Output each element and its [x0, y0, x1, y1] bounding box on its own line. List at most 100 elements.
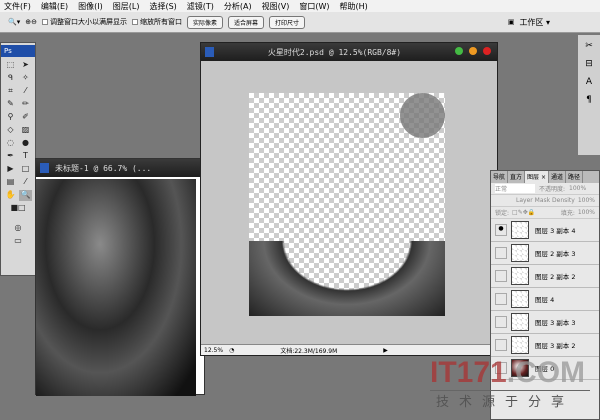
layer-row[interactable]: 图层 2 副本 3 [491, 242, 599, 265]
visibility-toggle[interactable] [495, 270, 507, 282]
slice-tool-icon[interactable]: ⁄ [19, 86, 32, 97]
status-menu-arrow[interactable]: ▶ [383, 347, 388, 354]
crop-tool-icon[interactable]: ⌗ [4, 86, 17, 97]
layer-name: 图层 2 副本 3 [535, 250, 576, 258]
layer-thumbnail [511, 290, 529, 308]
menu-view[interactable]: 视图(V) [262, 1, 290, 12]
tab-navigator[interactable]: 导航 [491, 171, 509, 183]
eyedropper-icon[interactable]: ⁄ [19, 177, 32, 188]
tab-layers[interactable]: 图层 × [525, 171, 549, 183]
brush-tool-icon[interactable]: ✏ [19, 99, 32, 110]
workspace-menu[interactable]: 工作区 ▾ [519, 17, 550, 28]
quick-mask-icon[interactable]: ◎ [4, 223, 32, 234]
ps-file-icon [205, 47, 214, 57]
path-select-icon[interactable]: ▶ [4, 164, 17, 175]
screen-mode-icon[interactable]: ▭ [4, 236, 32, 247]
visibility-toggle[interactable] [495, 339, 507, 351]
pen-tool-icon[interactable]: ✒ [4, 151, 17, 162]
color-swatches-icon[interactable]: ■□ [4, 203, 32, 221]
gradient-tool-icon[interactable]: ▨ [19, 125, 32, 136]
visibility-toggle[interactable] [495, 247, 507, 259]
eraser-tool-icon[interactable]: ◇ [4, 125, 17, 136]
layer-name: 图层 3 副本 3 [535, 319, 576, 327]
visibility-toggle[interactable] [495, 293, 507, 305]
status-bar: 12.5% ◔ 文档:22.3M/169.9M ▶ [201, 344, 497, 355]
bridge-icon[interactable]: ▣ [508, 18, 515, 26]
toolbox: Ps ⬚ ➤ ᑫ ✧ ⌗ ⁄ ✎ ✏ ⚲ ✐ ◇ ▨ ◌ ● ✒ T ▶ □ ▤ ⁄ ✋ 🔍 ■□ ◎… [0, 42, 36, 276]
zoom-level[interactable]: 12.5% [204, 347, 223, 354]
brushes-panel-icon[interactable]: ⊟ [585, 59, 593, 69]
fit-screen-button[interactable]: 适合屏幕 [227, 15, 264, 29]
options-bar: 🔍▾ ⊕⊖ 调整窗口大小以满屏显示 缩放所有窗口 实际像素 适合屏幕 打印尺寸 … [0, 12, 600, 33]
window-title: 未标题-1 @ 66.7% (... [55, 163, 152, 173]
layer-thumbnail [511, 336, 529, 354]
mask-density-label: Layer Mask Density [516, 197, 575, 204]
status-icon: ◔ [229, 346, 235, 354]
eye-icon[interactable]: ● [495, 224, 507, 236]
layer-name: 图层 3 副本 4 [535, 227, 576, 235]
menu-filter[interactable]: 滤镜(T) [187, 1, 214, 12]
document-window-untitled[interactable]: 未标题-1 @ 66.7% (... [35, 158, 205, 396]
menu-help[interactable]: 帮助(H) [340, 1, 368, 12]
watermark-slogan: 技术源于分享 [430, 390, 590, 410]
close-button[interactable] [483, 47, 491, 55]
resize-windows-checkbox[interactable]: 调整窗口大小以满屏显示 [41, 17, 127, 27]
menu-edit[interactable]: 编辑(E) [41, 1, 68, 12]
zoom-tool-icon[interactable]: 🔍 [19, 190, 32, 201]
opacity-label: 不透明度: [539, 186, 566, 193]
dodge-tool-icon[interactable]: ● [19, 138, 32, 149]
resize-label: 调整窗口大小以满屏显示 [49, 18, 127, 26]
move-tool-icon[interactable]: ➤ [19, 60, 32, 71]
healing-brush-icon[interactable]: ✎ [4, 99, 17, 110]
zoom-all-checkbox[interactable]: 缩放所有窗口 [131, 17, 182, 27]
tab-channels[interactable]: 通道 [549, 171, 566, 183]
blend-mode-select[interactable]: 正常 [495, 184, 535, 193]
watermark: IT171.COM 技术源于分享 [430, 356, 590, 416]
layer-row[interactable]: 图层 2 副本 2 [491, 265, 599, 288]
fill-label: 填充: [560, 210, 575, 217]
layer-row[interactable]: 图层 4 [491, 288, 599, 311]
opacity-value[interactable]: 100% [569, 185, 586, 192]
lock-label: 锁定: [495, 210, 510, 217]
watermark-logo: IT171.COM [430, 356, 586, 389]
window-title-bar[interactable]: 未标题-1 @ 66.7% (... [36, 159, 204, 177]
zoom-in-icon[interactable]: ⊕⊖ [25, 18, 37, 26]
layer-row[interactable]: ● 图层 3 副本 4 [491, 219, 599, 242]
maximize-button[interactable] [469, 47, 477, 55]
menu-layer[interactable]: 图层(L) [113, 1, 140, 12]
menu-analysis[interactable]: 分析(A) [224, 1, 252, 12]
tools-panel-icon[interactable]: ✂ [585, 41, 593, 51]
menu-file[interactable]: 文件(F) [4, 1, 31, 12]
layer-thumbnail [511, 244, 529, 262]
window-title-bar[interactable]: 火星时代2.psd @ 12.5%(RGB/8#) [201, 43, 497, 61]
minimize-button[interactable] [455, 47, 463, 55]
mask-density-value[interactable]: 100% [578, 197, 595, 204]
layer-row[interactable]: 图层 3 副本 3 [491, 311, 599, 334]
actual-pixels-button[interactable]: 实际像素 [186, 15, 223, 29]
type-tool-icon[interactable]: T [19, 151, 32, 162]
marquee-tool-icon[interactable]: ⬚ [4, 60, 17, 71]
visibility-toggle[interactable] [495, 316, 507, 328]
paragraph-panel-icon[interactable]: ¶ [586, 95, 592, 105]
document-window-main[interactable]: 火星时代2.psd @ 12.5%(RGB/8#) 12.5% ◔ 文档:22.… [200, 42, 498, 356]
history-brush-icon[interactable]: ✐ [19, 112, 32, 123]
fill-value[interactable]: 100% [578, 209, 595, 216]
tab-paths[interactable]: 路径 [566, 171, 583, 183]
canvas[interactable] [249, 93, 445, 316]
hand-tool-icon[interactable]: ✋ [4, 190, 17, 201]
lock-icons[interactable]: □✎✥🔒 [512, 209, 535, 216]
menu-image[interactable]: 图像(I) [78, 1, 103, 12]
lasso-tool-icon[interactable]: ᑫ [4, 73, 17, 84]
print-size-button[interactable]: 打印尺寸 [269, 15, 306, 29]
tab-histogram[interactable]: 直方 [508, 171, 526, 183]
stamp-tool-icon[interactable]: ⚲ [4, 112, 17, 123]
blur-tool-icon[interactable]: ◌ [4, 138, 17, 149]
zoom-tool-icon[interactable]: 🔍▾ [8, 18, 20, 26]
menu-window[interactable]: 窗口(W) [299, 1, 329, 12]
shape-tool-icon[interactable]: □ [19, 164, 32, 175]
magic-wand-icon[interactable]: ✧ [19, 73, 32, 84]
notes-tool-icon[interactable]: ▤ [4, 177, 17, 188]
layer-row[interactable]: 图层 3 副本 2 [491, 334, 599, 357]
menu-select[interactable]: 选择(S) [149, 1, 176, 12]
character-panel-icon[interactable]: A [586, 77, 592, 87]
